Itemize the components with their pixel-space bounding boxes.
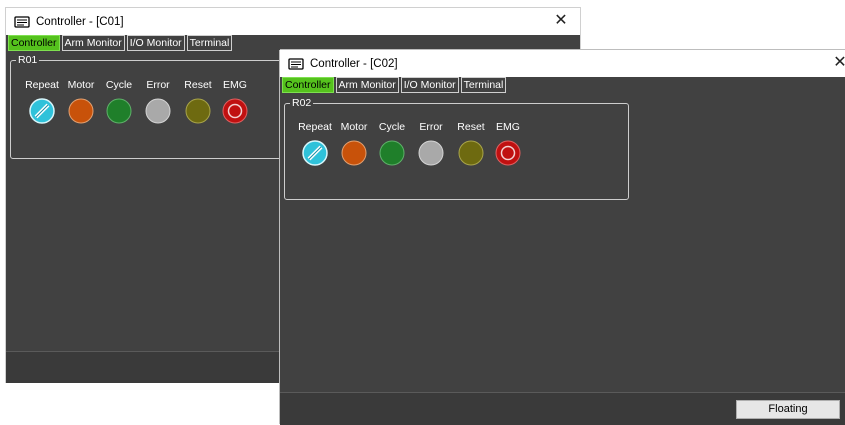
error-label: Error — [146, 79, 170, 91]
emg-label: EMG — [496, 121, 520, 133]
tab-terminal[interactable]: Terminal — [460, 77, 507, 93]
motor-lamp[interactable] — [68, 98, 94, 124]
tab-controller[interactable]: Controller — [8, 35, 60, 51]
group-label: R02 — [290, 97, 314, 109]
reset-lamp[interactable] — [185, 98, 211, 124]
motor-label: Motor — [340, 121, 368, 133]
error-label: Error — [419, 121, 443, 133]
motor-label: Motor — [67, 79, 95, 91]
motor-lamp[interactable] — [341, 140, 367, 166]
emg-icon[interactable] — [495, 140, 521, 166]
controller-icon — [288, 57, 304, 70]
emg-label: EMG — [223, 79, 247, 91]
group-label: R01 — [16, 54, 40, 66]
tab-io-monitor[interactable]: I/O Monitor — [400, 77, 459, 93]
cycle-lamp[interactable] — [106, 98, 132, 124]
error-lamp[interactable] — [418, 140, 444, 166]
reset-lamp[interactable] — [458, 140, 484, 166]
repeat-label: Repeat — [25, 79, 59, 91]
repeat-icon[interactable] — [29, 98, 55, 124]
window-title: Controller - [C02] — [310, 57, 398, 70]
error-lamp[interactable] — [145, 98, 171, 124]
cycle-label: Cycle — [105, 79, 133, 91]
robot-group-r01: R01 Repeat Motor Cycle Error Reset EMG — [10, 54, 312, 159]
reset-label: Reset — [184, 79, 212, 91]
status-area: Floating — [280, 392, 845, 425]
cycle-lamp[interactable] — [379, 140, 405, 166]
tab-controller[interactable]: Controller — [282, 77, 334, 93]
tab-arm-monitor[interactable]: Arm Monitor — [61, 35, 125, 51]
tab-io-monitor[interactable]: I/O Monitor — [126, 35, 185, 51]
robot-group-r02: R02 Repeat Motor Cycle Error Reset EMG — [284, 97, 629, 200]
title-bar[interactable]: Controller - [C01] ✕ — [6, 8, 580, 35]
close-icon[interactable]: ✕ — [552, 12, 570, 30]
tab-bar: Controller Arm Monitor I/O Monitor Termi… — [8, 35, 234, 52]
floating-button[interactable]: Floating — [736, 400, 840, 419]
repeat-label: Repeat — [298, 121, 332, 133]
emg-icon[interactable] — [222, 98, 248, 124]
controller-icon — [14, 15, 30, 28]
controller-window-c02: Controller - [C02] ✕ Controller Arm Moni… — [280, 50, 845, 425]
reset-label: Reset — [457, 121, 485, 133]
tab-arm-monitor[interactable]: Arm Monitor — [335, 77, 399, 93]
cycle-label: Cycle — [378, 121, 406, 133]
close-icon[interactable]: ✕ — [831, 54, 845, 72]
tab-terminal[interactable]: Terminal — [186, 35, 233, 51]
repeat-icon[interactable] — [302, 140, 328, 166]
tab-bar: Controller Arm Monitor I/O Monitor Termi… — [282, 77, 508, 94]
window-title: Controller - [C01] — [36, 15, 124, 28]
title-bar[interactable]: Controller - [C02] ✕ — [280, 50, 845, 77]
